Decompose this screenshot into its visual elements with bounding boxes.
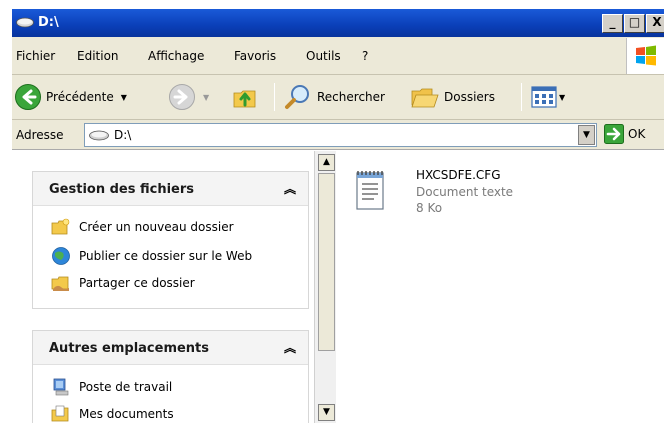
publish-web-icon: [52, 247, 70, 265]
address-value: D:\: [114, 128, 132, 142]
forward-dropdown-icon[interactable]: ▼: [203, 93, 209, 102]
menu-edition[interactable]: Edition: [77, 49, 119, 63]
up-folder-button[interactable]: [231, 81, 259, 113]
task-new-folder[interactable]: Créer un nouveau dossier: [51, 218, 234, 236]
toolbar-separator: [521, 83, 522, 111]
my-documents-icon: [51, 405, 69, 422]
task-new-folder-label: Créer un nouveau dossier: [79, 220, 234, 234]
folders-label: Dossiers: [444, 90, 495, 104]
menu-outils[interactable]: Outils: [306, 49, 341, 63]
windows-logo: [626, 38, 664, 74]
file-tasks-panel: Gestion des fichiers ︽ Créer un nouveau …: [32, 171, 309, 309]
up-folder-icon: [233, 90, 256, 108]
file-name: HXCSDFE.CFG: [416, 168, 501, 182]
file-tasks-header[interactable]: Gestion des fichiers ︽: [33, 172, 308, 206]
collapse-chevron-icon[interactable]: ︽: [284, 339, 296, 356]
go-arrow-icon: [604, 124, 624, 144]
scroll-thumb[interactable]: [318, 173, 335, 351]
minimize-button[interactable]: _: [602, 14, 623, 33]
file-tasks-title: Gestion des fichiers: [49, 182, 195, 197]
task-pane-scrollbar[interactable]: ▲ ▼: [314, 151, 336, 423]
my-computer-icon: [53, 378, 69, 396]
go-button[interactable]: OK: [604, 124, 645, 144]
search-button[interactable]: Rechercher: [283, 81, 385, 113]
file-list: HXCSDFE.CFG Document texte 8 Ko: [336, 151, 664, 423]
address-bar: Adresse D:\ ▼ OK: [12, 120, 664, 150]
place-my-computer[interactable]: Poste de travail: [51, 377, 172, 397]
folders-button[interactable]: Dossiers: [410, 81, 495, 113]
views-grid-icon: [531, 86, 557, 108]
file-type: Document texte: [416, 185, 514, 199]
collapse-chevron-icon[interactable]: ︽: [284, 180, 296, 197]
new-folder-icon: [51, 218, 70, 235]
window-title: D:\: [38, 15, 59, 30]
menu-affichage[interactable]: Affichage: [148, 49, 204, 63]
title-bar[interactable]: D:\ _ □ X: [12, 9, 664, 37]
task-publish-web-label: Publier ce dossier sur le Web: [79, 249, 253, 263]
go-label: OK: [628, 127, 646, 141]
views-button[interactable]: ▼: [531, 81, 565, 113]
address-dropdown-button[interactable]: ▼: [578, 125, 595, 145]
scroll-up-button[interactable]: ▲: [318, 154, 335, 171]
back-dropdown-icon[interactable]: ▼: [121, 93, 127, 102]
forward-button[interactable]: ▼: [168, 81, 209, 113]
task-publish-web[interactable]: Publier ce dossier sur le Web: [51, 246, 252, 266]
other-places-panel: Autres emplacements ︽ Poste de travail M…: [32, 330, 309, 423]
windows-flag-icon: [636, 45, 656, 66]
other-places-title: Autres emplacements: [49, 341, 210, 356]
menu-bar: Fichier Edition Affichage Favoris Outils…: [12, 37, 664, 75]
menu-fichier[interactable]: Fichier: [16, 49, 55, 63]
back-label: Précédente: [46, 90, 114, 104]
close-button[interactable]: X: [646, 14, 664, 33]
place-my-documents-label: Mes documents: [79, 407, 174, 421]
place-my-documents[interactable]: Mes documents: [51, 405, 174, 423]
views-dropdown-icon[interactable]: ▼: [559, 93, 565, 102]
file-item[interactable]: HXCSDFE.CFG Document texte 8 Ko: [354, 166, 554, 236]
place-my-computer-label: Poste de travail: [79, 380, 173, 394]
text-document-icon: [356, 171, 384, 210]
toolbar: Précédente ▼ ▼ Rechercher Dossiers ▼: [12, 75, 664, 120]
toolbar-separator: [274, 83, 275, 111]
task-share-folder-label: Partager ce dossier: [79, 276, 195, 290]
address-input[interactable]: D:\ ▼: [84, 123, 597, 147]
task-share-folder[interactable]: Partager ce dossier: [51, 274, 195, 292]
drive-icon: [89, 130, 109, 141]
file-size: 8 Ko: [416, 201, 443, 215]
back-arrow-icon: [15, 84, 41, 110]
address-label: Adresse: [16, 128, 64, 142]
menu-help[interactable]: ?: [362, 49, 368, 63]
share-folder-icon: [51, 276, 69, 291]
back-button[interactable]: Précédente ▼: [14, 81, 127, 113]
maximize-button[interactable]: □: [624, 14, 645, 33]
drive-icon: [16, 17, 34, 28]
search-label: Rechercher: [317, 90, 385, 104]
scroll-down-button[interactable]: ▼: [318, 404, 335, 421]
folders-icon: [411, 88, 439, 108]
task-pane: Gestion des fichiers ︽ Créer un nouveau …: [12, 151, 314, 423]
other-places-header[interactable]: Autres emplacements ︽: [33, 331, 308, 365]
search-icon: [285, 85, 309, 109]
forward-arrow-icon: [169, 84, 195, 110]
menu-favoris[interactable]: Favoris: [234, 49, 276, 63]
